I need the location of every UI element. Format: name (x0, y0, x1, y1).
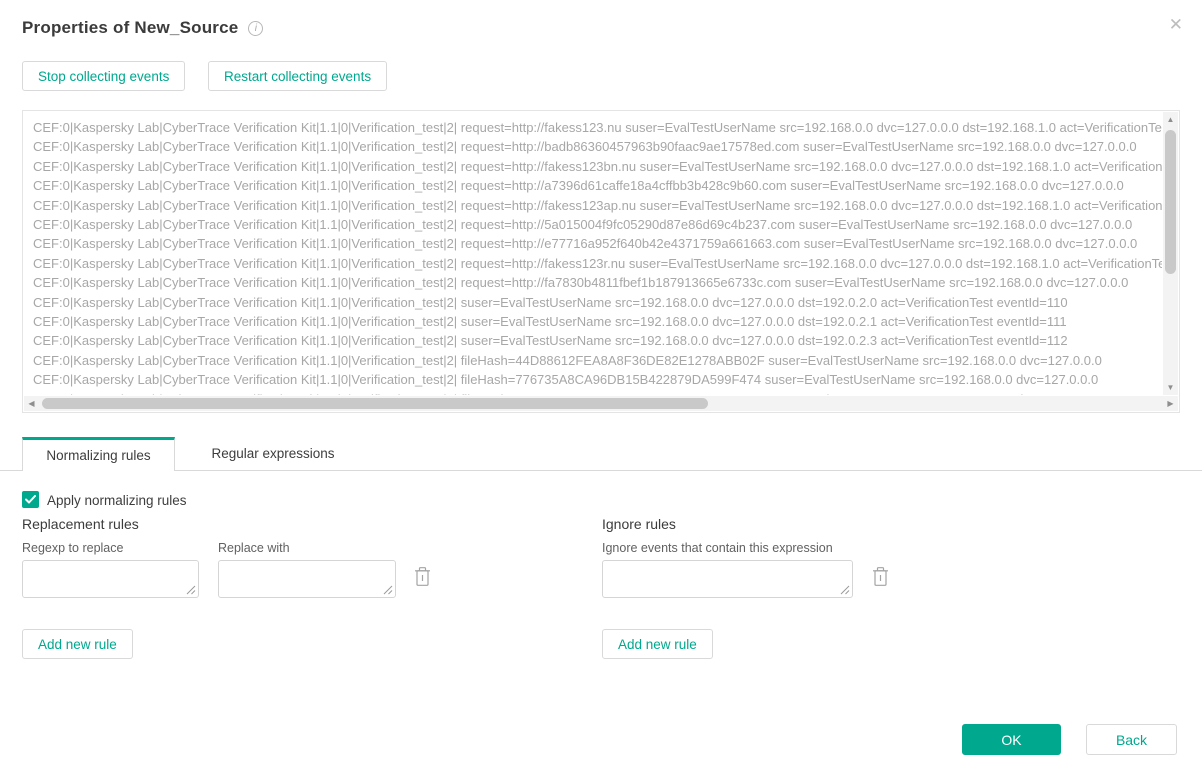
apply-normalizing-checkbox[interactable] (22, 491, 39, 508)
ok-button[interactable]: OK (962, 724, 1061, 755)
log-line: CEF:0|Kaspersky Lab|CyberTrace Verificat… (33, 273, 1162, 292)
regexp-to-replace-field-wrap (22, 560, 199, 598)
log-line: CEF:0|Kaspersky Lab|CyberTrace Verificat… (33, 196, 1162, 215)
close-icon[interactable]: ✕ (1169, 15, 1183, 35)
info-icon[interactable]: i (248, 21, 263, 36)
log-line: CEF:0|Kaspersky Lab|CyberTrace Verificat… (33, 118, 1162, 137)
log-line: CEF:0|Kaspersky Lab|CyberTrace Verificat… (33, 390, 1162, 395)
log-line: CEF:0|Kaspersky Lab|CyberTrace Verificat… (33, 137, 1162, 156)
replace-with-input[interactable] (218, 560, 396, 598)
event-log-viewer: CEF:0|Kaspersky Lab|CyberTrace Verificat… (22, 110, 1180, 413)
vertical-scrollbar-thumb[interactable] (1165, 130, 1176, 274)
scroll-down-icon[interactable]: ▼ (1163, 380, 1178, 395)
ignore-rules-heading: Ignore rules (602, 516, 676, 532)
back-button[interactable]: Back (1086, 724, 1177, 755)
tab-label: Normalizing rules (46, 448, 150, 463)
log-line: CEF:0|Kaspersky Lab|CyberTrace Verificat… (33, 351, 1162, 370)
log-line: CEF:0|Kaspersky Lab|CyberTrace Verificat… (33, 215, 1162, 234)
scroll-up-icon[interactable]: ▲ (1163, 112, 1178, 127)
tab-normalizing-rules[interactable]: Normalizing rules (22, 437, 175, 471)
checkmark-icon (25, 495, 36, 504)
ignore-expression-input[interactable] (602, 560, 853, 598)
ignore-expression-label: Ignore events that contain this expressi… (602, 541, 833, 555)
replacement-rules-heading: Replacement rules (22, 516, 139, 532)
log-line: CEF:0|Kaspersky Lab|CyberTrace Verificat… (33, 157, 1162, 176)
horizontal-scrollbar-thumb[interactable] (42, 398, 708, 409)
event-log-lines[interactable]: CEF:0|Kaspersky Lab|CyberTrace Verificat… (23, 111, 1162, 395)
ignore-expression-field-wrap (602, 560, 853, 598)
log-line: CEF:0|Kaspersky Lab|CyberTrace Verificat… (33, 254, 1162, 273)
tab-label: Regular expressions (211, 446, 334, 461)
vertical-scrollbar[interactable]: ▲ ▼ (1163, 112, 1178, 395)
regexp-to-replace-input[interactable] (22, 560, 199, 598)
delete-ignore-rule-icon[interactable] (872, 567, 889, 587)
scroll-left-icon[interactable]: ◀ (24, 396, 39, 411)
replace-with-field-wrap (218, 560, 396, 598)
tab-separator (0, 470, 1202, 471)
restart-collecting-button[interactable]: Restart collecting events (208, 61, 387, 91)
delete-replacement-rule-icon[interactable] (414, 567, 431, 587)
regexp-to-replace-label: Regexp to replace (22, 541, 123, 555)
apply-normalizing-label[interactable]: Apply normalizing rules (47, 493, 187, 508)
tab-regular-expressions[interactable]: Regular expressions (175, 437, 371, 470)
add-ignore-rule-button[interactable]: Add new rule (602, 629, 713, 659)
horizontal-scrollbar[interactable]: ◀ ▶ (24, 396, 1178, 411)
replace-with-label: Replace with (218, 541, 290, 555)
log-line: CEF:0|Kaspersky Lab|CyberTrace Verificat… (33, 234, 1162, 253)
log-line: CEF:0|Kaspersky Lab|CyberTrace Verificat… (33, 312, 1162, 331)
log-line: CEF:0|Kaspersky Lab|CyberTrace Verificat… (33, 331, 1162, 350)
log-line: CEF:0|Kaspersky Lab|CyberTrace Verificat… (33, 176, 1162, 195)
log-line: CEF:0|Kaspersky Lab|CyberTrace Verificat… (33, 370, 1162, 389)
log-line: CEF:0|Kaspersky Lab|CyberTrace Verificat… (33, 293, 1162, 312)
page-title: Properties of New_Source i (22, 18, 263, 38)
scroll-right-icon[interactable]: ▶ (1163, 396, 1178, 411)
dialog-title-text: Properties of New_Source (22, 18, 238, 37)
add-replacement-rule-button[interactable]: Add new rule (22, 629, 133, 659)
stop-collecting-button[interactable]: Stop collecting events (22, 61, 185, 91)
